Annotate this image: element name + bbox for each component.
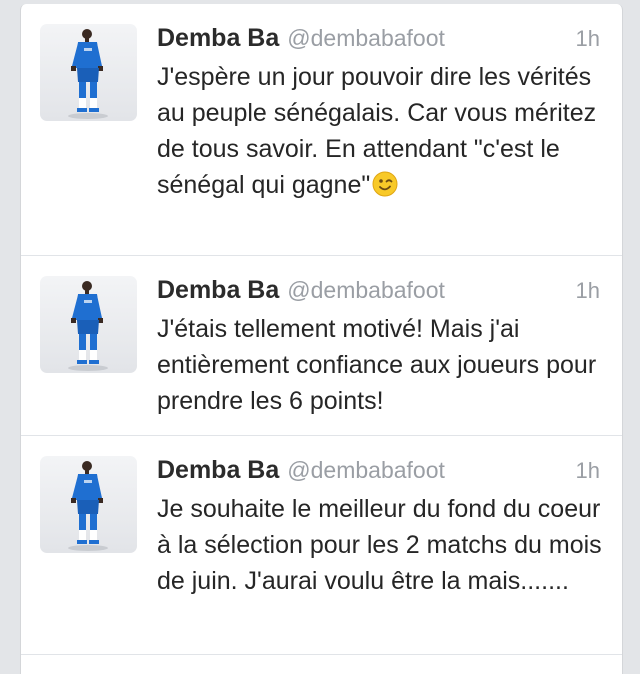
timestamp: 1h: [575, 278, 600, 303]
tweet-header: Demba Ba @dembabafoot 1h: [157, 276, 600, 306]
tweet-text: J'espère un jour pouvoir dire les vérité…: [157, 59, 602, 203]
timestamp: 1h: [575, 26, 600, 51]
avatar[interactable]: [40, 24, 137, 121]
tweet-item[interactable]: Demba Ba @dembabafoot 1h Je souhaite le m…: [21, 436, 622, 655]
tweet-item[interactable]: Demba Ba @dembabafoot 1h J'étais tellemen…: [21, 256, 622, 436]
tweet-item[interactable]: Demba Ba @dembabafoot 1h J'espère un jour…: [21, 4, 622, 256]
author-name[interactable]: Demba Ba: [157, 24, 279, 52]
tweet-header: Demba Ba @dembabafoot 1h: [157, 24, 600, 54]
timestamp: 1h: [575, 458, 600, 483]
tweet-timeline: Demba Ba @dembabafoot 1h J'espère un jour…: [20, 4, 623, 674]
author-handle[interactable]: @dembabafoot: [287, 277, 445, 303]
author-handle[interactable]: @dembabafoot: [287, 25, 445, 51]
tweet-text: Je souhaite le meilleur du fond du coeur…: [157, 495, 602, 595]
tweet-text: J'étais tellement motivé! Mais j'ai enti…: [157, 315, 597, 415]
tweet-header: Demba Ba @dembabafoot 1h: [157, 456, 600, 486]
winking-face-icon: [372, 171, 398, 197]
author-name[interactable]: Demba Ba: [157, 276, 279, 304]
author-name[interactable]: Demba Ba: [157, 456, 279, 484]
author-handle[interactable]: @dembabafoot: [287, 457, 445, 483]
avatar[interactable]: [40, 456, 137, 553]
avatar[interactable]: [40, 276, 137, 373]
